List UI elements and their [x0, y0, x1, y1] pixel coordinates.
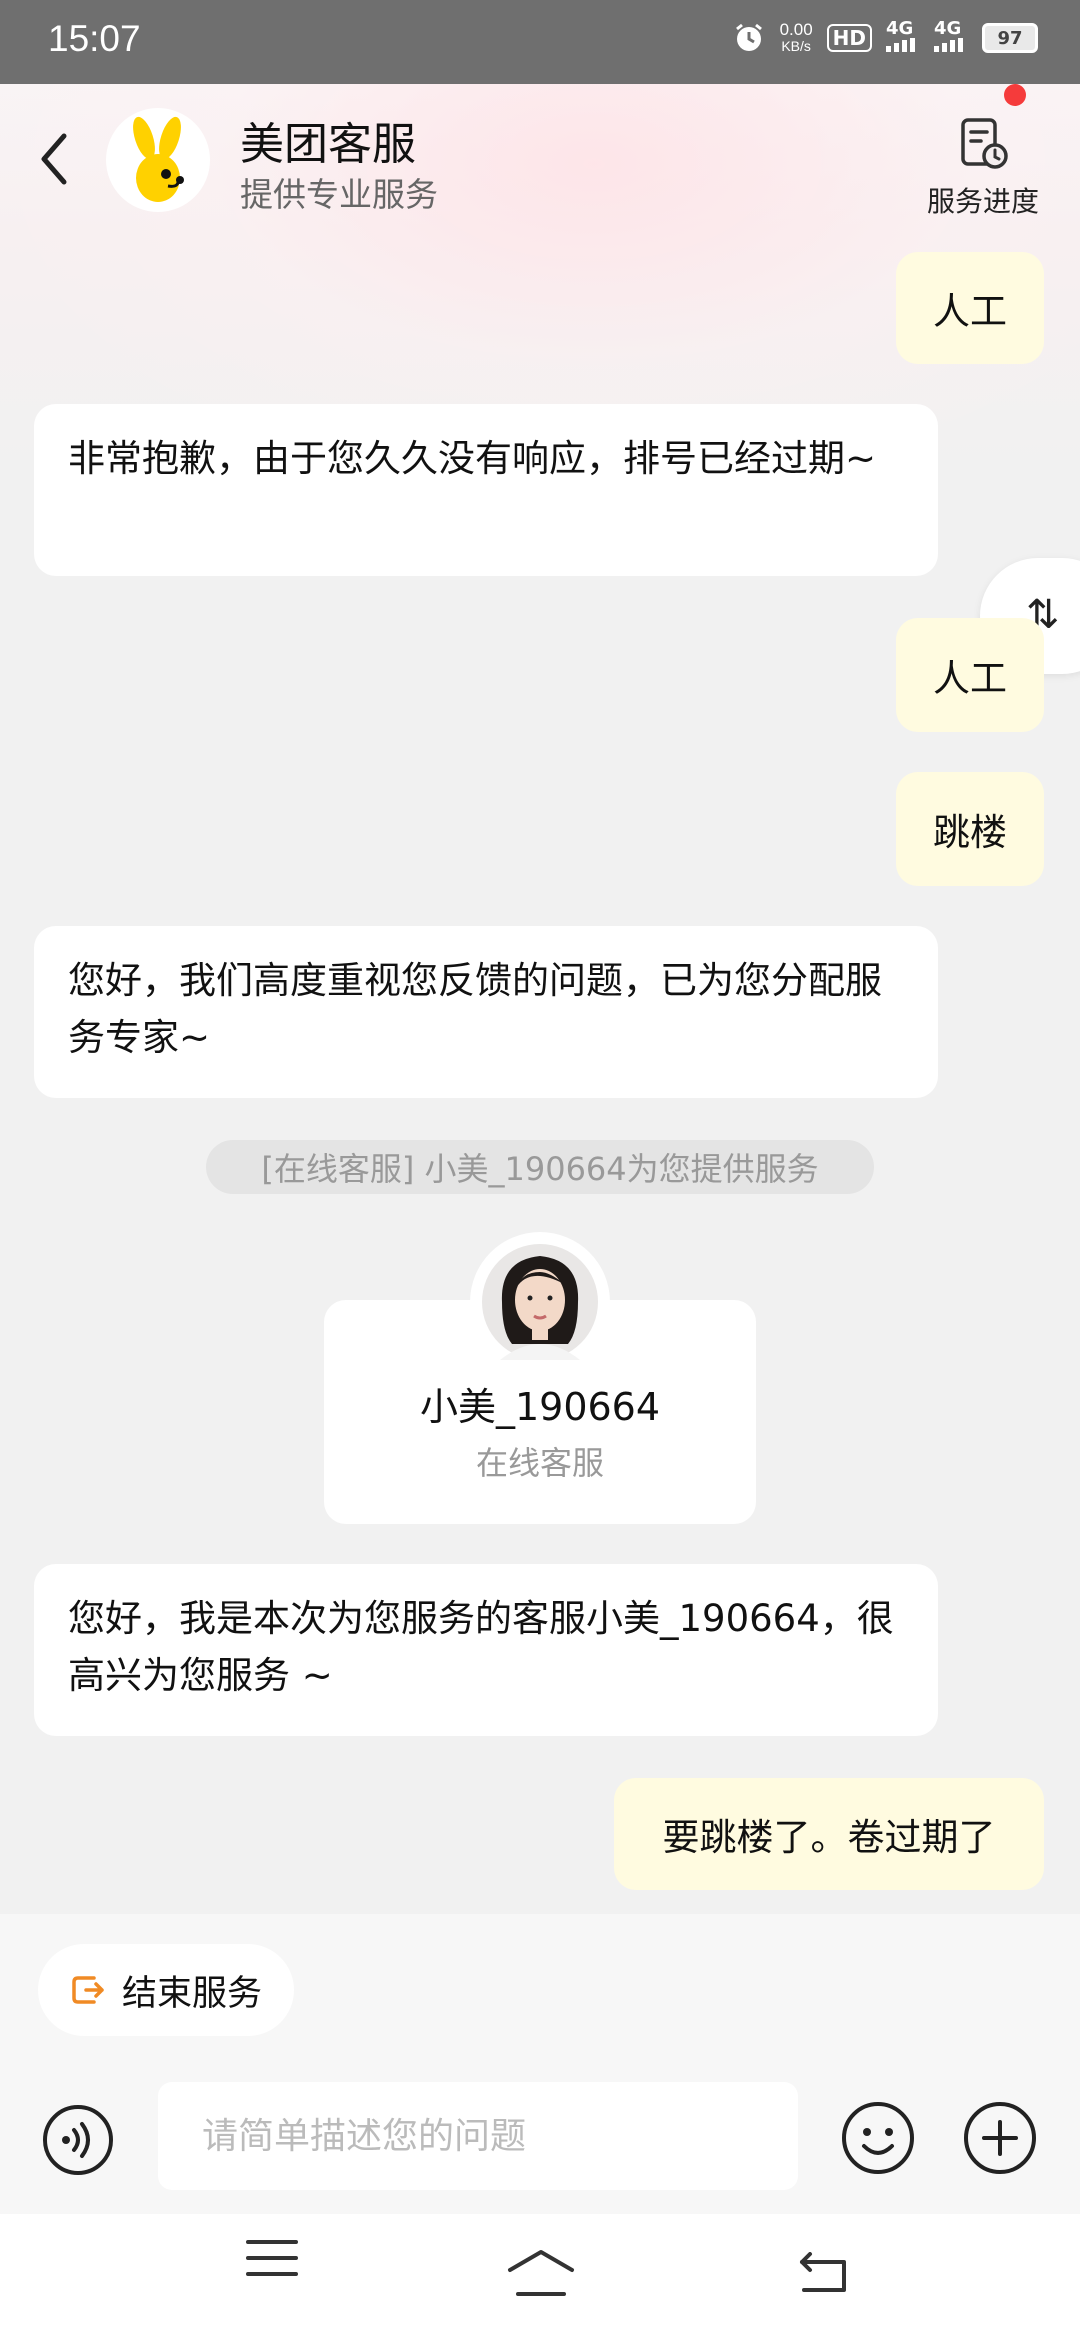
agent-name: 小美_190664	[419, 1385, 661, 1429]
system-nav-bar	[0, 2214, 1080, 2340]
message-text: 人工	[933, 657, 1007, 700]
service-progress-label: 服务进度	[926, 185, 1039, 218]
user-message-bubble: 要跳楼了。卷过期了	[614, 1778, 1044, 1890]
end-service-button[interactable]: 结束服务	[38, 1944, 294, 2036]
back-nav-icon[interactable]	[796, 2252, 852, 2296]
sim1-label: 4G	[886, 18, 914, 39]
sim2-signal: 4G	[934, 20, 968, 56]
message-input[interactable]	[158, 2082, 798, 2190]
signal-icon	[934, 38, 963, 52]
system-notice: [在线客服] 小美_190664为您提供服务	[206, 1140, 874, 1194]
emoji-button[interactable]	[840, 2100, 916, 2176]
status-bar: 15:07 0.00 KB/s HD 4G 4G 97	[0, 0, 1080, 84]
net-speed-unit: KB/s	[781, 38, 811, 54]
signal-icon	[886, 38, 915, 52]
voice-icon	[43, 2105, 113, 2175]
plus-icon	[964, 2102, 1036, 2174]
service-progress-button[interactable]: 服务进度	[918, 116, 1048, 220]
message-text: 您好，我们高度重视您反馈的问题，已为您分配服务专家~	[68, 959, 882, 1059]
notification-dot	[1004, 84, 1026, 106]
exit-icon	[72, 1976, 104, 2004]
status-time: 15:07	[48, 18, 141, 59]
message-text: 要跳楼了。卷过期了	[662, 1816, 996, 1859]
end-service-label: 结束服务	[122, 1973, 263, 2014]
agent-message-bubble: 您好，我是本次为您服务的客服小美_190664，很高兴为您服务 ~	[34, 1564, 938, 1736]
voice-input-button[interactable]	[42, 2104, 114, 2176]
agent-message-bubble: 非常抱歉，由于您久久没有响应，排号已经过期~	[34, 404, 938, 576]
agent-role: 在线客服	[475, 1444, 604, 1482]
alarm-icon	[735, 23, 762, 51]
sim1-signal: 4G	[886, 20, 920, 56]
more-actions-button[interactable]	[962, 2100, 1038, 2176]
net-speed: 0.00 KB/s	[780, 21, 813, 55]
chevron-left-icon	[41, 133, 67, 185]
document-clock-icon	[961, 118, 1008, 169]
battery-indicator: 97	[982, 23, 1038, 53]
message-text: 跳楼	[933, 811, 1007, 854]
user-message-bubble: 人工	[896, 618, 1044, 732]
page-title: 美团客服	[240, 119, 416, 170]
net-speed-value: 0.00	[779, 20, 813, 39]
user-message-bubble: 跳楼	[896, 772, 1044, 886]
home-icon[interactable]	[506, 2248, 576, 2300]
message-text: 非常抱歉，由于您久久没有响应，排号已经过期~	[68, 437, 877, 480]
meituan-kangaroo-logo	[106, 108, 210, 212]
sim2-label: 4G	[934, 18, 962, 39]
smiley-icon	[842, 2102, 914, 2174]
page-subtitle: 提供专业服务	[240, 175, 438, 214]
user-message-bubble: 人工	[896, 252, 1044, 364]
status-icons: 0.00 KB/s HD 4G 4G 97	[732, 20, 1038, 56]
hd-badge: HD	[826, 24, 872, 52]
agent-message-bubble: 您好，我们高度重视您反馈的问题，已为您分配服务专家~	[34, 926, 938, 1098]
menu-icon[interactable]	[244, 2236, 300, 2280]
message-text: 人工	[933, 290, 1007, 333]
agent-avatar	[470, 1232, 610, 1372]
back-button[interactable]	[30, 124, 80, 194]
message-text: 您好，我是本次为您服务的客服小美_190664，很高兴为您服务 ~	[68, 1597, 894, 1697]
